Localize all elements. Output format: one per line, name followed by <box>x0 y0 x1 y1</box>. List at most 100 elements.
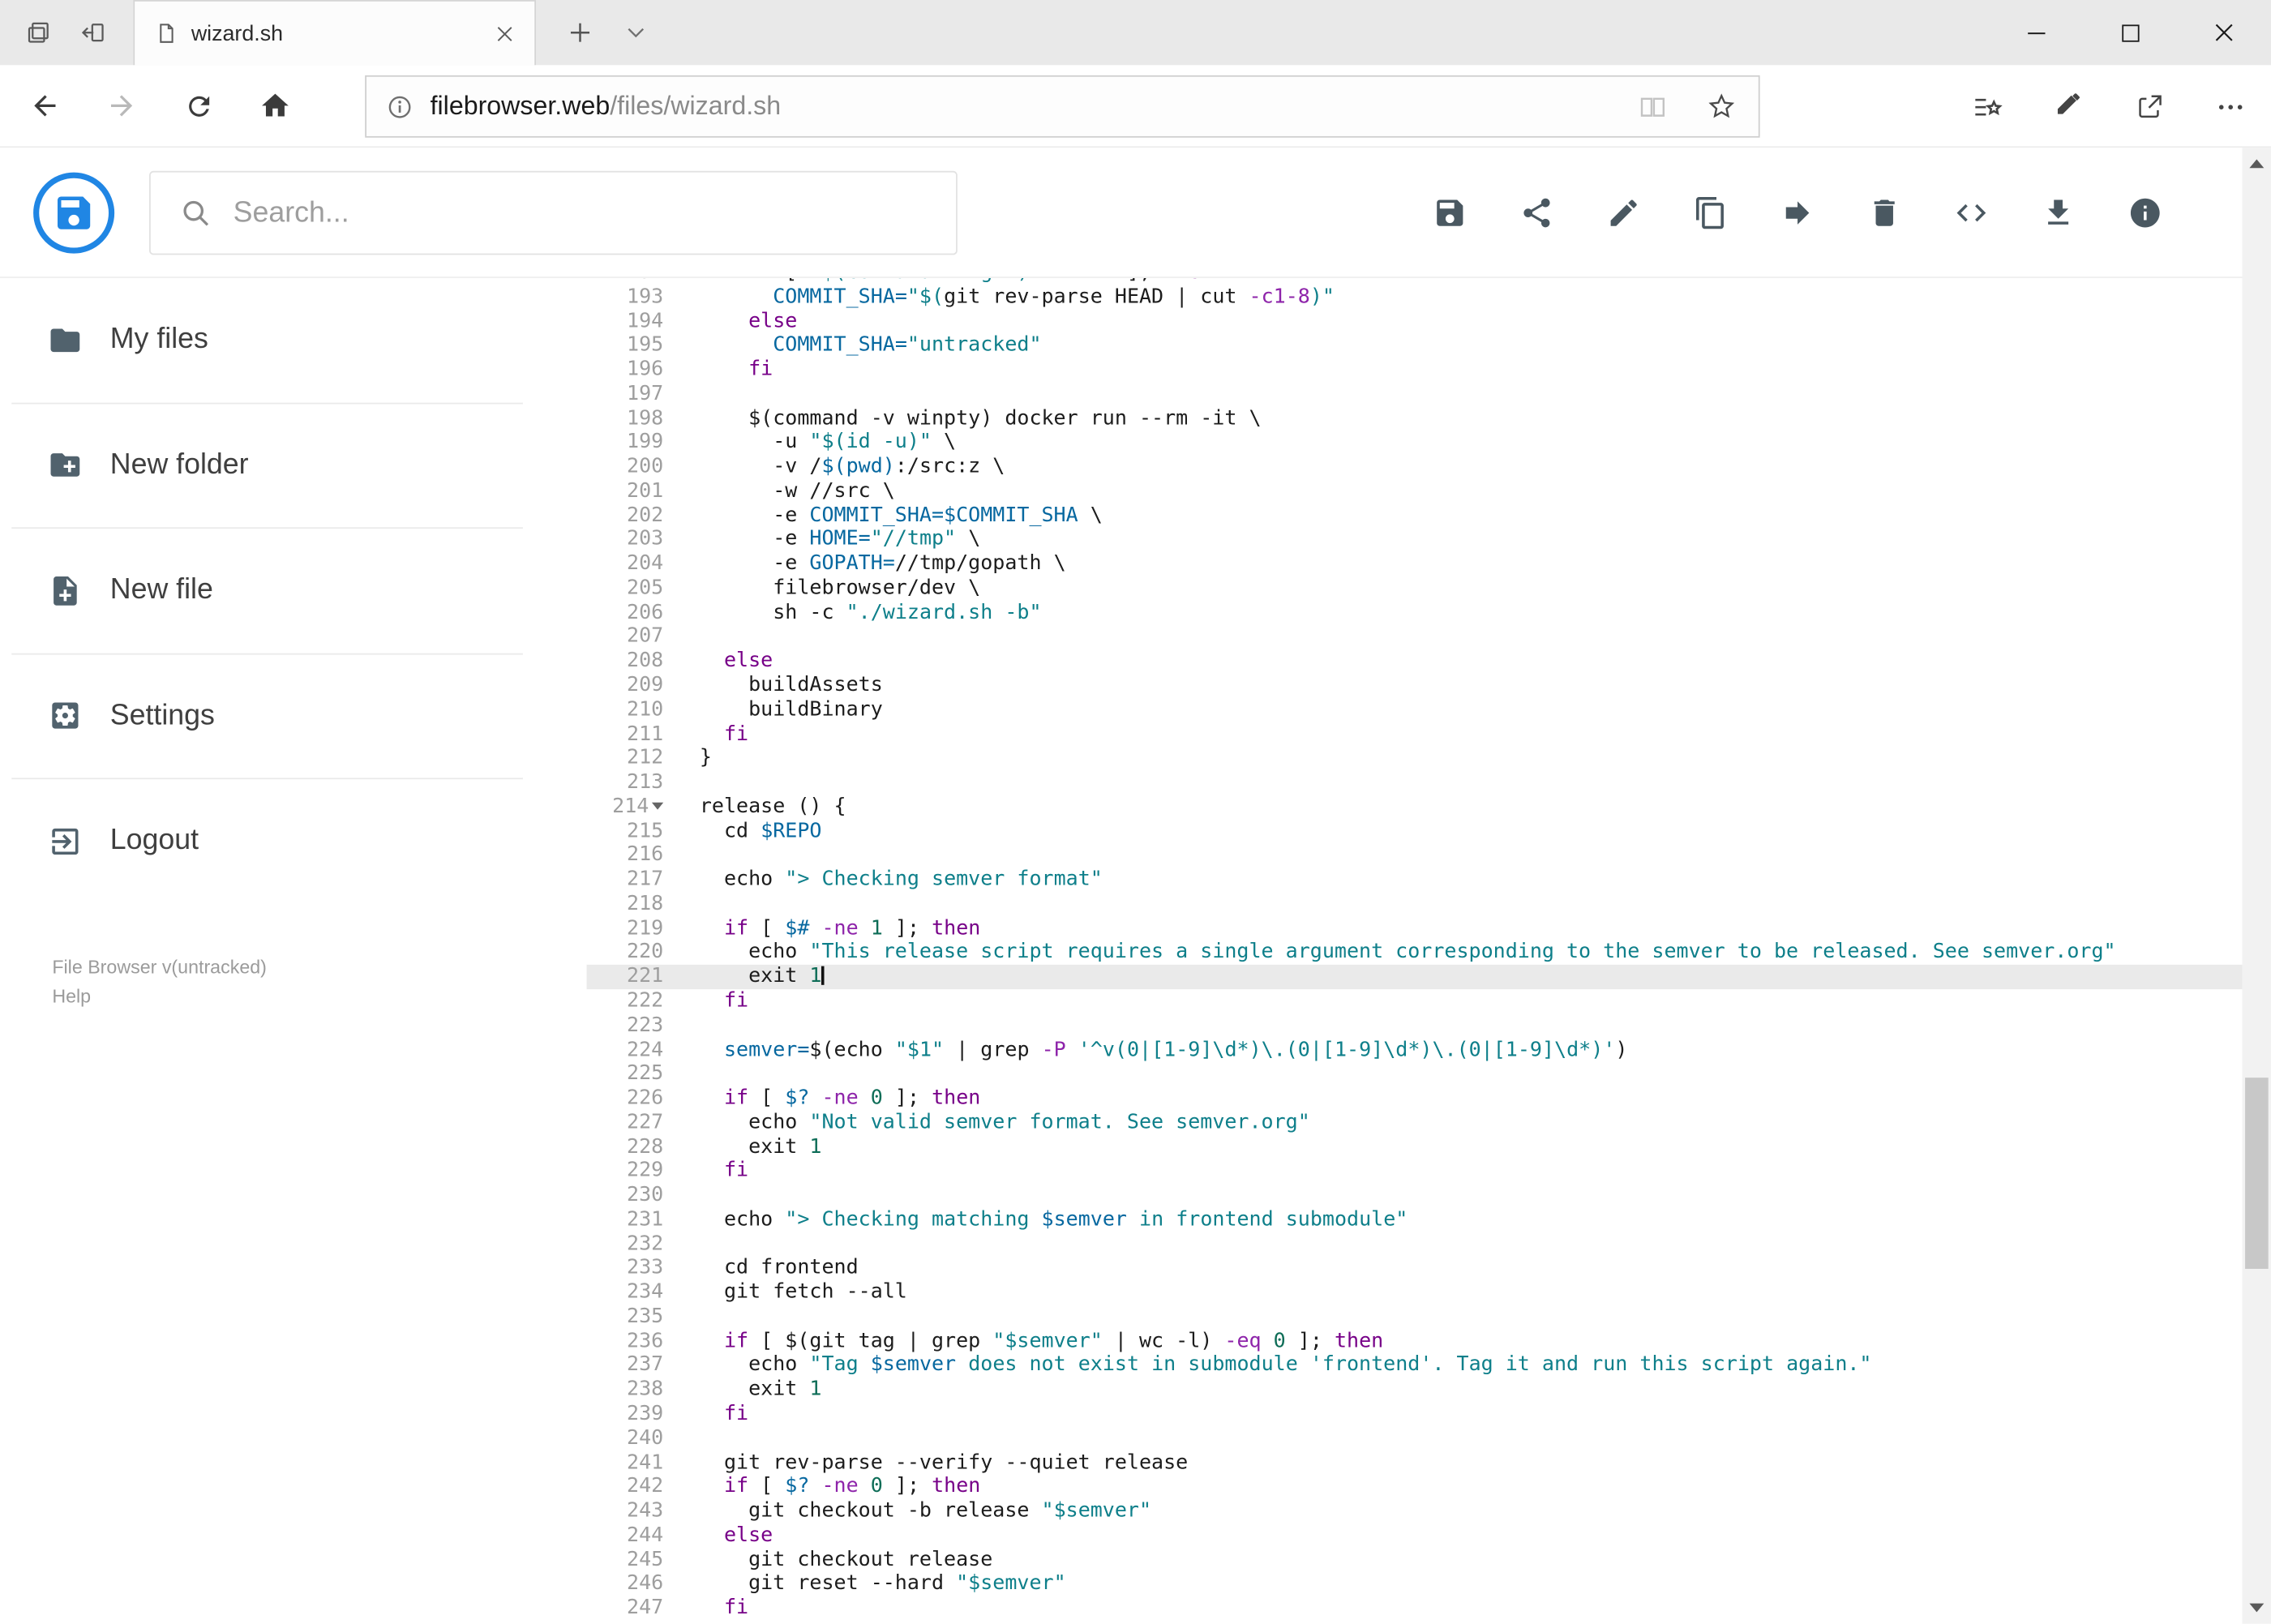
code-line-228[interactable]: 228 exit 1 <box>587 1135 2243 1159</box>
download-button[interactable] <box>2026 181 2090 245</box>
code-line-231[interactable]: 231 echo "> Checking matching $semver in… <box>587 1208 2243 1232</box>
code-line-234[interactable]: 234 git fetch --all <box>587 1281 2243 1305</box>
back-button[interactable] <box>13 74 77 138</box>
code-line-193[interactable]: 193 COMMIT_SHA="$(git rev-parse HEAD | c… <box>587 285 2243 310</box>
code-line-243[interactable]: 243 git checkout -b release "$semver" <box>587 1499 2243 1523</box>
share-button[interactable] <box>1505 181 1569 245</box>
hub-button[interactable] <box>1956 75 2020 138</box>
forward-button[interactable] <box>90 74 154 138</box>
code-line-210[interactable]: 210 buildBinary <box>587 698 2243 722</box>
code-line-218[interactable]: 218 <box>587 892 2243 916</box>
app-logo[interactable] <box>33 172 115 254</box>
code-line-212[interactable]: 212} <box>587 747 2243 771</box>
code-line-211[interactable]: 211 fi <box>587 722 2243 747</box>
code-line-200[interactable]: 200 -v /$(pwd):/src:z \ <box>587 455 2243 479</box>
more-button[interactable] <box>2199 75 2263 138</box>
scroll-down-arrow-icon[interactable] <box>2249 1603 2265 1613</box>
close-window-button[interactable] <box>2177 0 2271 65</box>
code-line-213[interactable]: 213 <box>587 771 2243 795</box>
minimize-button[interactable] <box>1989 0 2083 65</box>
code-line-197[interactable]: 197 <box>587 382 2243 406</box>
code-line-239[interactable]: 239 fi <box>587 1402 2243 1426</box>
maximize-button[interactable] <box>2083 0 2177 65</box>
code-line-229[interactable]: 229 fi <box>587 1159 2243 1184</box>
url-field[interactable]: filebrowser.web/files/wizard.sh <box>365 75 1760 138</box>
code-line-247[interactable]: 247 fi <box>587 1596 2243 1621</box>
fold-marker-icon[interactable] <box>651 803 664 811</box>
show-tab-previews-button[interactable] <box>11 6 63 58</box>
code-line-238[interactable]: 238 exit 1 <box>587 1378 2243 1402</box>
code-line-240[interactable]: 240 <box>587 1426 2243 1450</box>
info-button[interactable] <box>2114 181 2178 245</box>
code-line-235[interactable]: 235 <box>587 1305 2243 1329</box>
code-line-223[interactable]: 223 <box>587 1013 2243 1038</box>
code-line-222[interactable]: 222 fi <box>587 989 2243 1013</box>
save-button[interactable] <box>1418 181 1482 245</box>
site-info-icon[interactable] <box>385 92 414 121</box>
delete-button[interactable] <box>1853 181 1917 245</box>
sidebar-item-settings[interactable]: Settings <box>0 654 587 778</box>
code-button[interactable] <box>1939 181 2003 245</box>
page-scrollbar[interactable] <box>2242 148 2271 1624</box>
code-line-204[interactable]: 204 -e GOPATH=//tmp/gopath \ <box>587 552 2243 576</box>
code-line-227[interactable]: 227 echo "Not valid semver format. See s… <box>587 1111 2243 1135</box>
tab-close-button[interactable] <box>485 15 522 52</box>
code-line-205[interactable]: 205 filebrowser/dev \ <box>587 576 2243 601</box>
code-line-219[interactable]: 219 if [ $# -ne 1 ]; then <box>587 916 2243 941</box>
code-line-237[interactable]: 237 echo "Tag $semver does not exist in … <box>587 1353 2243 1378</box>
code-line-207[interactable]: 207 <box>587 625 2243 649</box>
code-line-209[interactable]: 209 buildAssets <box>587 674 2243 698</box>
tab-list-button[interactable] <box>614 6 658 58</box>
sidebar-item-new-file[interactable]: New file <box>0 529 587 653</box>
browser-tab[interactable]: wizard.sh <box>133 0 537 66</box>
copy-button[interactable] <box>1679 181 1743 245</box>
code-line-241[interactable]: 241 git rev-parse --verify --quiet relea… <box>587 1450 2243 1475</box>
code-line-217[interactable]: 217 echo "> Checking semver format" <box>587 868 2243 892</box>
code-line-194[interactable]: 194 else <box>587 309 2243 333</box>
help-link[interactable]: Help <box>52 982 267 1011</box>
code-line-201[interactable]: 201 -w //src \ <box>587 479 2243 503</box>
code-line-221[interactable]: 221 exit 1 <box>586 965 2243 990</box>
refresh-button[interactable] <box>166 74 230 138</box>
web-note-button[interactable] <box>2037 75 2101 138</box>
code-line-195[interactable]: 195 COMMIT_SHA="untracked" <box>587 333 2243 358</box>
code-line-224[interactable]: 224 semver=$(echo "$1" | grep -P '^v(0|[… <box>587 1038 2243 1062</box>
sidebar-item-new-folder[interactable]: New folder <box>0 404 587 528</box>
code-line-199[interactable]: 199 -u "$(id -u)" \ <box>587 431 2243 455</box>
code-line-202[interactable]: 202 -e COMMIT_SHA=$COMMIT_SHA \ <box>587 503 2243 528</box>
add-favorite-button[interactable] <box>1695 80 1746 132</box>
reading-view-button[interactable] <box>1626 80 1678 132</box>
code-line-226[interactable]: 226 if [ $? -ne 0 ]; then <box>587 1086 2243 1111</box>
code-line-230[interactable]: 230 <box>587 1184 2243 1208</box>
edit-button[interactable] <box>1592 181 1656 245</box>
code-line-214[interactable]: 214 release () { <box>587 795 2243 820</box>
code-line-236[interactable]: 236 if [ $(git tag | grep "$semver" | wc… <box>587 1329 2243 1353</box>
new-tab-button[interactable] <box>553 6 605 58</box>
code-line-233[interactable]: 233 cd frontend <box>587 1257 2243 1281</box>
code-line-198[interactable]: 198 $(command -v winpty) docker run --rm… <box>587 406 2243 431</box>
code-line-232[interactable]: 232 <box>587 1232 2243 1257</box>
scrollbar-thumb[interactable] <box>2245 1078 2269 1270</box>
code-line-220[interactable]: 220 echo "This release script requires a… <box>587 941 2243 965</box>
code-line-192[interactable]: 192 if [ "$(command -v git)" != "" ]; th… <box>587 278 2243 285</box>
set-tabs-aside-button[interactable] <box>66 6 118 58</box>
code-line-203[interactable]: 203 -e HOME="//tmp" \ <box>587 528 2243 552</box>
home-button[interactable] <box>243 74 307 138</box>
code-line-216[interactable]: 216 <box>587 843 2243 868</box>
code-line-242[interactable]: 242 if [ $? -ne 0 ]; then <box>587 1475 2243 1499</box>
search-input[interactable] <box>233 196 928 230</box>
code-line-225[interactable]: 225 <box>587 1062 2243 1086</box>
search-box[interactable] <box>149 170 958 255</box>
code-editor[interactable]: 192 if [ "$(command -v git)" != "" ]; th… <box>586 278 2243 1624</box>
code-line-215[interactable]: 215 cd $REPO <box>587 819 2243 843</box>
share-page-button[interactable] <box>2118 75 2182 138</box>
code-line-246[interactable]: 246 git reset --hard "$semver" <box>587 1572 2243 1596</box>
scroll-up-arrow-icon[interactable] <box>2249 159 2265 169</box>
move-button[interactable] <box>1766 181 1830 245</box>
code-line-196[interactable]: 196 fi <box>587 358 2243 382</box>
code-line-208[interactable]: 208 else <box>587 649 2243 674</box>
code-line-244[interactable]: 244 else <box>587 1523 2243 1548</box>
sidebar-item-logout[interactable]: Logout <box>0 779 587 903</box>
code-line-206[interactable]: 206 sh -c "./wizard.sh -b" <box>587 601 2243 625</box>
sidebar-item-my-files[interactable]: My files <box>0 278 587 402</box>
